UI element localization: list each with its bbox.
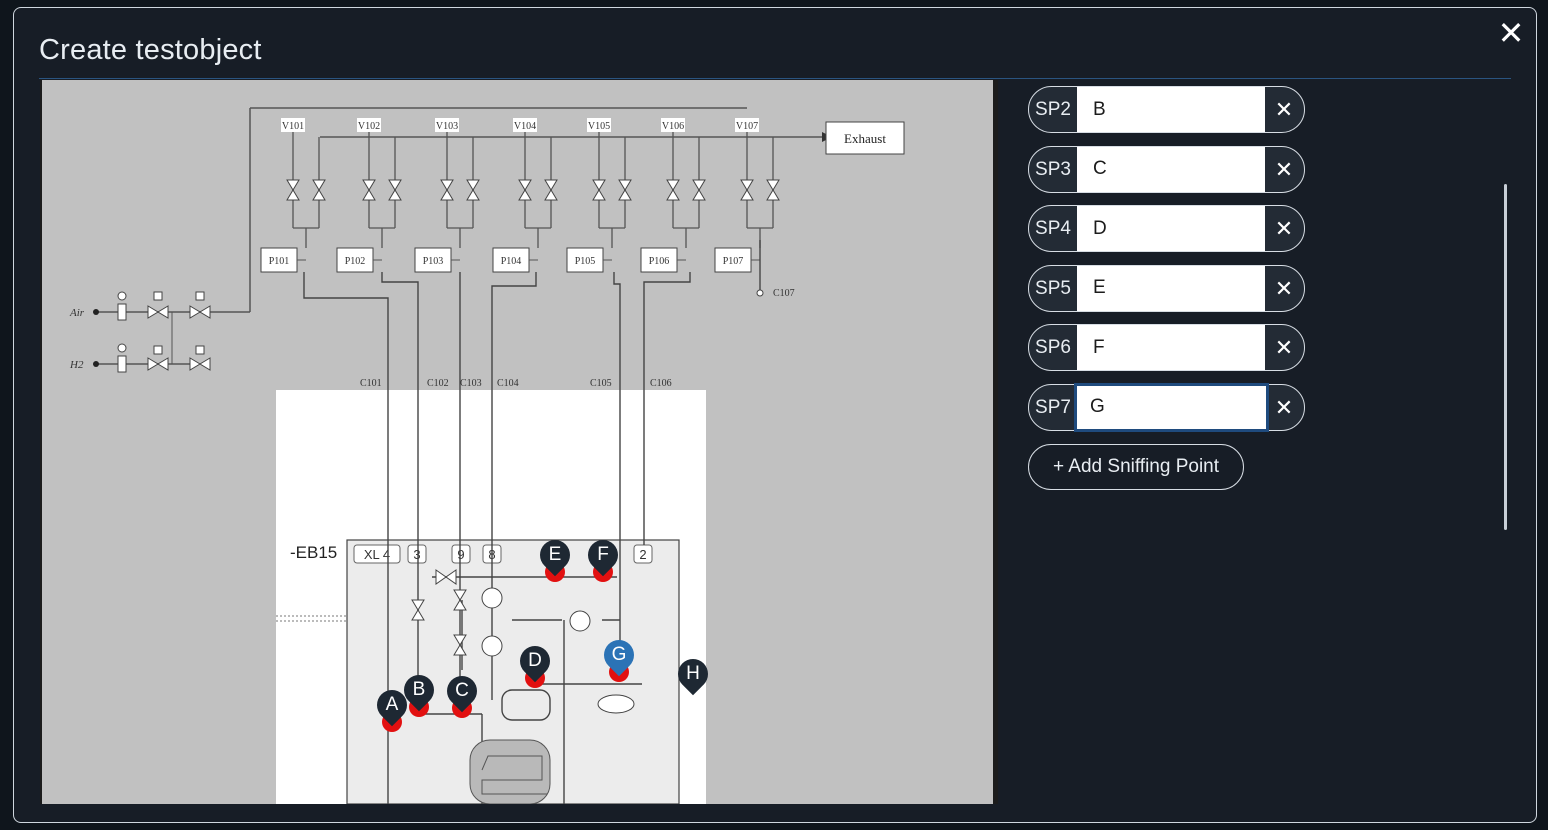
marker-label: E (548, 544, 562, 565)
pump-label-5: P105 (575, 256, 596, 267)
sniffing-point-tag: SP3 (1035, 158, 1071, 180)
marker-label: G (611, 644, 627, 665)
sniffing-marker-b[interactable]: B (397, 668, 441, 717)
close-icon[interactable]: ✕ (1496, 17, 1526, 49)
sniffing-point-tag: SP7 (1035, 396, 1071, 418)
sniffing-marker-a[interactable]: A (370, 683, 414, 732)
marker-label: C (455, 680, 469, 701)
marker-label: H (686, 663, 700, 684)
valve-label-6: V106 (662, 121, 684, 132)
remove-icon[interactable]: ✕ (1264, 266, 1304, 311)
sniffing-marker-h[interactable]: H (671, 652, 715, 697)
sniffing-points-list: SP2 ✕ SP3 ✕ SP4 ✕ SP5 ✕ SP6 ✕ SP7 ✕ (1028, 86, 1328, 432)
sniffing-marker-f[interactable]: F (581, 533, 625, 582)
c103-label: C103 (460, 378, 482, 389)
air-label: Air (69, 307, 85, 319)
piping-diagram: Exhaust V101 P101 V102 P102 V103 P103 V104 P104… (69, 107, 905, 804)
sniffing-point-input[interactable] (1077, 146, 1265, 192)
pump-label-7: P107 (723, 256, 744, 267)
sniffing-point-input[interactable] (1077, 265, 1265, 311)
remove-icon[interactable]: ✕ (1264, 206, 1304, 251)
sniffing-point-input[interactable] (1077, 206, 1265, 252)
valve-label-4: V104 (514, 121, 536, 132)
unit-label: -EB15 (290, 543, 337, 562)
valve-label-1: V101 (282, 121, 304, 132)
create-testobject-dialog: Create testobject ✕ Exhaust V101 P101 V102… (13, 7, 1537, 823)
marker-label: D (528, 650, 542, 671)
title-divider (39, 78, 1511, 79)
valve-label-7: V107 (736, 121, 758, 132)
sniffing-point-row: SP4 ✕ (1028, 205, 1305, 253)
sniffing-marker-c[interactable]: C (440, 669, 484, 718)
sniffing-point-input[interactable] (1077, 87, 1265, 132)
sniffing-point-row: SP3 ✕ (1028, 145, 1305, 193)
sniffing-marker-d[interactable]: D (513, 639, 557, 688)
sniffing-point-tag: SP6 (1035, 337, 1071, 359)
c101-label: C101 (360, 378, 382, 389)
sniffing-point-row: SP7 ✕ (1028, 382, 1305, 432)
sniffing-points-panel: SP2 ✕ SP3 ✕ SP4 ✕ SP5 ✕ SP6 ✕ SP7 ✕ + Add Sniffing … (1028, 86, 1328, 490)
panel-scrollbar[interactable] (1504, 184, 1507, 530)
valve-label-2: V102 (358, 121, 380, 132)
add-sniffing-point-button[interactable]: + Add Sniffing Point (1028, 443, 1244, 490)
pump-label-4: P104 (501, 256, 522, 267)
sniffing-point-row: SP2 ✕ (1028, 86, 1305, 133)
sniffing-point-tag: SP2 (1035, 99, 1071, 120)
sniffing-marker-e[interactable]: E (533, 533, 577, 582)
valve-label-5: V105 (588, 121, 610, 132)
port-2: 2 (639, 547, 646, 562)
marker-label: B (412, 679, 426, 700)
exhaust-label: Exhaust (844, 131, 886, 146)
c107-label: C107 (773, 288, 795, 299)
remove-icon[interactable]: ✕ (1264, 147, 1304, 192)
valve-columns: V101 P101 V102 P102 V103 P103 V104 P104 V105 P105… (260, 118, 780, 273)
remove-icon[interactable]: ✕ (1264, 325, 1304, 370)
marker-label: F (597, 544, 609, 565)
dialog-title: Create testobject (39, 34, 262, 66)
marker-label: A (385, 694, 399, 715)
sniffing-point-row: SP6 ✕ (1028, 324, 1305, 372)
pump-label-3: P103 (423, 256, 444, 267)
port-3: 3 (413, 547, 420, 562)
pump-label-2: P102 (345, 256, 366, 267)
pump-label-6: P106 (649, 256, 670, 267)
c106-label: C106 (650, 378, 672, 389)
sniffing-point-tag: SP4 (1035, 218, 1071, 240)
sniffing-point-input[interactable] (1074, 382, 1269, 432)
remove-icon[interactable]: ✕ (1264, 385, 1304, 430)
c102-label: C102 (427, 378, 449, 389)
sniffing-point-tag: SP5 (1035, 277, 1071, 299)
valve-label-3: V103 (436, 121, 458, 132)
sniffing-point-input[interactable] (1077, 325, 1265, 371)
h2-label: H2 (69, 359, 84, 371)
diagram-canvas[interactable]: Exhaust V101 P101 V102 P102 V103 P103 V104 P104… (40, 80, 998, 804)
remove-icon[interactable]: ✕ (1264, 87, 1304, 132)
port-9: 9 (457, 547, 464, 562)
pump-label-1: P101 (269, 256, 290, 267)
sniffing-marker-g[interactable]: G (597, 633, 641, 682)
c104-label: C104 (497, 378, 519, 389)
sniffing-point-row: SP5 ✕ (1028, 264, 1305, 312)
c105-label: C105 (590, 378, 612, 389)
port-xl4: XL 4 (364, 547, 390, 562)
